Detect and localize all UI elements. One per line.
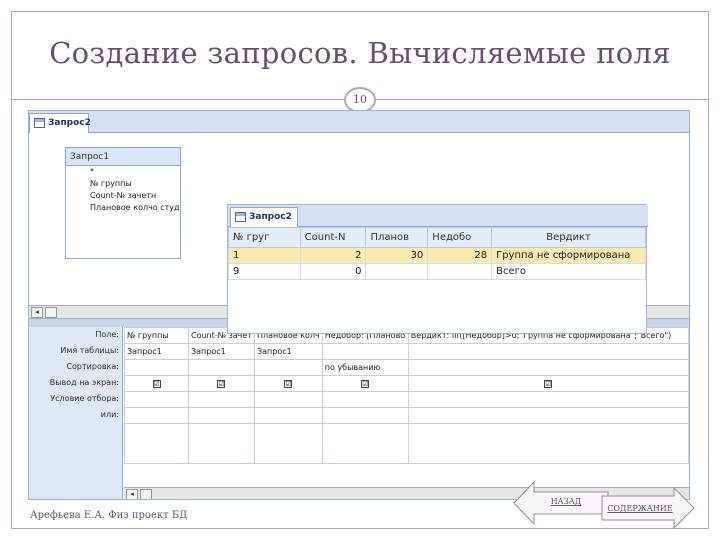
slide-title: Создание запросов. Вычисляемые поля (49, 36, 671, 70)
or-cell[interactable] (124, 407, 189, 424)
show-checkbox[interactable]: ☑ (407, 375, 689, 392)
checkbox-icon[interactable]: ☑ (284, 380, 293, 388)
query-icon (235, 212, 246, 222)
or-cell[interactable] (188, 407, 255, 424)
column-header[interactable]: Недобо (427, 227, 493, 248)
qbe-table-cell[interactable] (407, 343, 689, 360)
qbe-table-cell[interactable]: Запрос1 (188, 343, 255, 360)
row-label-show: Вывод на экран: (49, 378, 119, 387)
column-header[interactable]: Планов (365, 227, 429, 248)
empty-cell[interactable] (321, 423, 409, 464)
cell[interactable]: 1 (228, 247, 301, 264)
qbe-table-cell[interactable] (321, 343, 409, 360)
show-checkbox[interactable]: ☑ (253, 375, 323, 392)
qbe-sort-cell[interactable] (253, 359, 323, 376)
field-item[interactable]: Плановое колчо студ (66, 202, 180, 214)
query-icon (34, 118, 45, 128)
source-table-box[interactable]: Запрос1 * № группы Count-№ зачетн Планов… (65, 147, 181, 259)
result-grid: № груг Count-N Планов Недобо Вердикт 1 2… (228, 227, 646, 280)
qbe-sort-cell[interactable] (188, 359, 255, 376)
source-table-name: Запрос1 (66, 148, 180, 166)
design-tab-bar: Запрос2 (29, 111, 689, 133)
cell[interactable]: Группа не сформирована (491, 247, 646, 264)
empty-cell[interactable] (124, 423, 189, 464)
cell[interactable]: Всего (491, 263, 646, 280)
tab-label: Запрос2 (249, 212, 292, 222)
qbe-field-cell[interactable]: № группы (124, 327, 189, 344)
table-row[interactable]: 9 0 Всего (228, 263, 646, 280)
back-button[interactable]: НАЗАД (540, 497, 592, 506)
cell[interactable]: 28 (427, 247, 493, 264)
criteria-cell[interactable] (407, 391, 689, 408)
empty-cell[interactable] (407, 423, 689, 464)
scroll-left-icon[interactable]: ◂ (31, 307, 43, 318)
or-cell[interactable] (253, 407, 323, 424)
qbe-sort-cell[interactable]: по убыванию (321, 359, 409, 376)
row-label-table: Имя таблицы: (60, 346, 119, 355)
slide-footer: Арефьева Е.А. Физ проект БД (30, 510, 188, 521)
column-header[interactable]: Вердикт (491, 227, 646, 248)
access-window: Запрос2 Запрос1 * № группы Count-№ зачет… (28, 110, 690, 500)
empty-cell[interactable] (188, 423, 255, 464)
scroll-left-icon[interactable]: ◂ (126, 489, 138, 499)
tab-label: Запрос2 (48, 118, 91, 128)
table-row[interactable]: 1 2 30 28 Группа не сформирована (228, 247, 646, 264)
qbe-sort-cell[interactable] (407, 359, 689, 376)
cell[interactable]: 30 (365, 247, 429, 264)
criteria-cell[interactable] (321, 391, 409, 408)
show-checkbox[interactable]: ☑ (321, 375, 409, 392)
cell[interactable]: 0 (299, 263, 367, 280)
qbe-table-cell[interactable]: Запрос1 (124, 343, 189, 360)
qbe-row-labels: Поле: Имя таблицы: Сортировка: Вывод на … (29, 327, 123, 499)
criteria-cell[interactable] (188, 391, 255, 408)
or-cell[interactable] (321, 407, 409, 424)
scroll-thumb[interactable] (45, 307, 57, 318)
checkbox-icon[interactable]: ☑ (152, 380, 161, 388)
cell[interactable] (365, 263, 429, 280)
result-window: Запрос2 № груг Count-N Планов Недобо Вер… (227, 204, 648, 334)
tab-query2-result[interactable]: Запрос2 (230, 207, 298, 227)
qbe-sort-cell[interactable] (124, 359, 189, 376)
field-item[interactable]: № группы (66, 178, 180, 190)
or-cell[interactable] (407, 407, 689, 424)
qbe-table-cell[interactable]: Запрос1 (253, 343, 323, 360)
criteria-cell[interactable] (253, 391, 323, 408)
cell[interactable] (427, 263, 493, 280)
column-header[interactable]: Count-N (299, 227, 367, 248)
row-label-field: Поле: (95, 330, 119, 339)
field-item[interactable]: * (66, 166, 180, 178)
cell[interactable]: 9 (228, 263, 301, 280)
tab-query2-design[interactable]: Запрос2 (29, 113, 91, 133)
column-header[interactable]: № груг (228, 227, 301, 248)
checkbox-icon[interactable]: ☑ (361, 380, 370, 388)
qbe-grid-pane: Поле: Имя таблицы: Сортировка: Вывод на … (29, 327, 689, 499)
show-checkbox[interactable]: ☑ (124, 375, 189, 392)
empty-cell[interactable] (253, 423, 323, 464)
result-tab-bar: Запрос2 (228, 205, 648, 227)
qbe-grid: № группы Count-№ зачет Плановое колч Нед… (124, 327, 689, 464)
scroll-thumb[interactable] (140, 489, 152, 499)
field-item[interactable]: Count-№ зачетн (66, 190, 180, 202)
criteria-cell[interactable] (124, 391, 189, 408)
cell[interactable]: 2 (299, 247, 367, 264)
contents-button[interactable]: СОДЕРЖАНИЕ (604, 504, 676, 513)
row-label-sort: Сортировка: (66, 362, 119, 371)
checkbox-icon[interactable]: ☑ (217, 380, 226, 388)
checkbox-icon[interactable]: ☑ (544, 380, 553, 388)
show-checkbox[interactable]: ☑ (188, 375, 255, 392)
row-label-criteria: Условие отбора: (50, 394, 119, 403)
row-label-or: или: (100, 410, 119, 419)
